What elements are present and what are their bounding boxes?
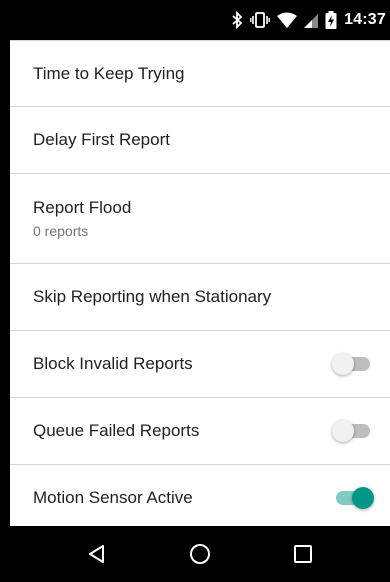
navigation-bar	[10, 526, 390, 582]
wifi-icon	[277, 12, 298, 28]
setting-block-invalid-reports[interactable]: Block Invalid Reports	[10, 331, 390, 398]
vibrate-icon	[250, 12, 270, 28]
battery-charging-icon	[325, 11, 337, 29]
home-button[interactable]	[180, 534, 220, 574]
setting-title: Report Flood	[33, 198, 132, 217]
setting-title: Block Invalid Reports	[33, 354, 193, 373]
switch-thumb	[332, 420, 354, 442]
setting-summary: 0 reports	[33, 223, 89, 239]
setting-queue-failed-reports[interactable]: Queue Failed Reports	[10, 398, 390, 465]
settings-list: Time to Keep Trying Delay First Report R…	[10, 40, 390, 526]
settings-screen: Time to Keep Trying Delay First Report R…	[10, 40, 390, 526]
setting-title: Delay First Report	[33, 130, 170, 149]
setting-time-to-keep-trying[interactable]: Time to Keep Trying	[10, 40, 390, 107]
setting-title: Queue Failed Reports	[33, 421, 200, 440]
status-time: 14:37	[344, 11, 386, 28]
motion-sensor-active-switch[interactable]	[334, 486, 374, 510]
back-button[interactable]	[77, 534, 117, 574]
cell-signal-icon	[304, 12, 319, 28]
switch-thumb	[352, 487, 374, 509]
queue-failed-reports-switch[interactable]	[332, 419, 372, 443]
switch-thumb	[332, 353, 354, 375]
setting-motion-sensor-active[interactable]: Motion Sensor Active	[10, 465, 390, 526]
setting-report-flood[interactable]: Report Flood 0 reports	[10, 174, 390, 264]
bluetooth-icon	[231, 11, 243, 29]
setting-title: Skip Reporting when Stationary	[33, 287, 272, 306]
home-icon	[189, 544, 210, 564]
device-frame: 14:37 Time to Keep Trying Delay First Re…	[0, 0, 390, 582]
block-invalid-reports-switch[interactable]	[332, 352, 372, 376]
setting-title: Motion Sensor Active	[33, 488, 193, 507]
recents-icon	[293, 545, 312, 563]
back-icon	[89, 545, 105, 563]
setting-title: Time to Keep Trying	[33, 63, 185, 83]
setting-skip-reporting-when-stationary[interactable]: Skip Reporting when Stationary	[10, 264, 390, 331]
status-bar: 14:37	[10, 0, 390, 40]
setting-delay-first-report[interactable]: Delay First Report	[10, 107, 390, 174]
recents-button[interactable]	[283, 534, 323, 574]
